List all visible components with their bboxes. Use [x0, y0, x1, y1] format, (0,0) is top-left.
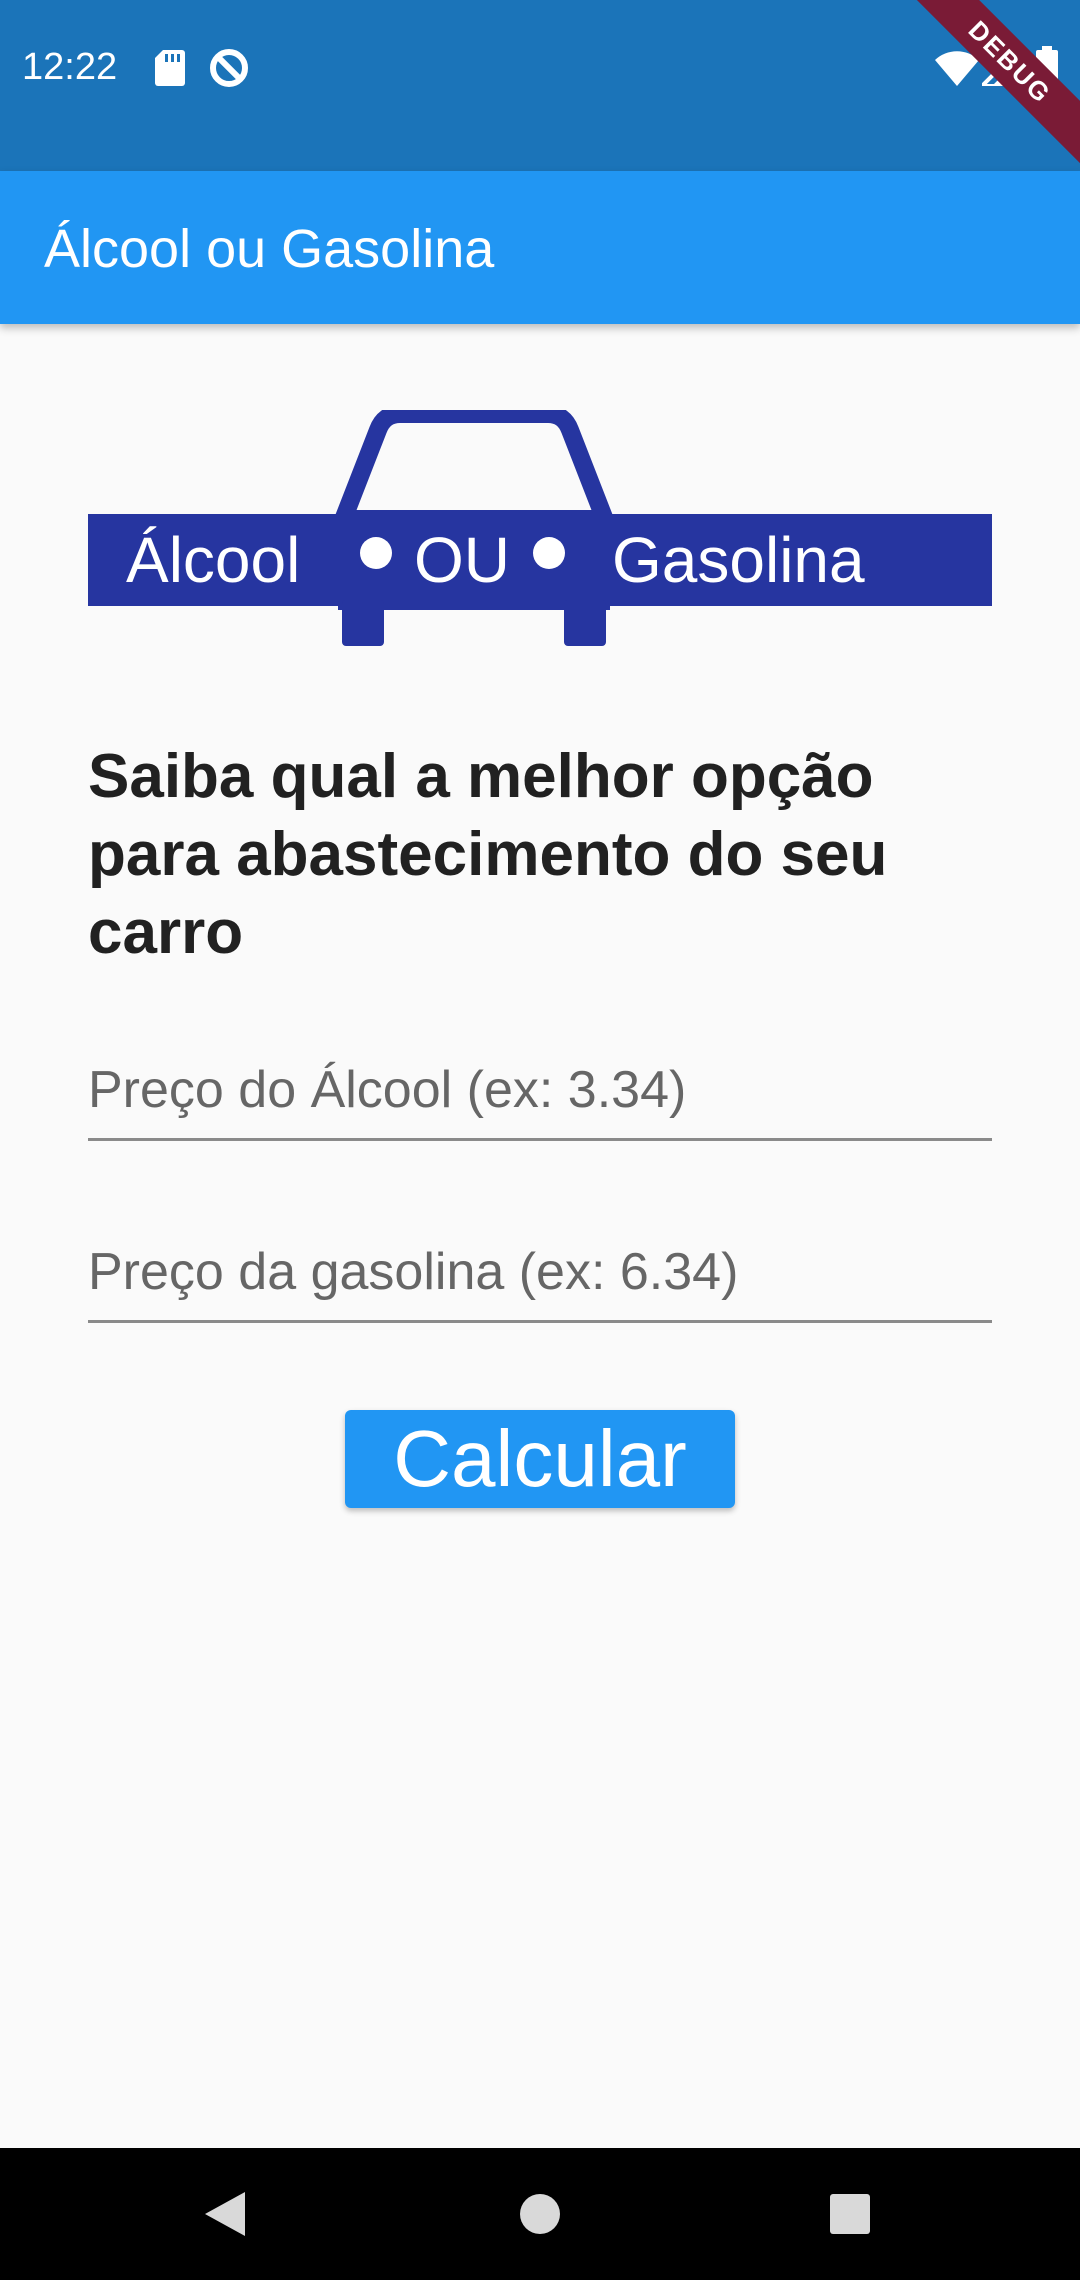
data-saver-icon	[210, 49, 248, 87]
recents-icon	[830, 2194, 870, 2234]
headline: Saiba qual a melhor opção para abastecim…	[88, 742, 888, 967]
logo-left-word: Álcool	[126, 524, 300, 596]
calculate-button[interactable]: Calcular	[345, 1410, 735, 1508]
back-icon	[205, 2192, 245, 2236]
back-button[interactable]	[165, 2148, 285, 2280]
alcohol-price-input[interactable]	[88, 1042, 992, 1141]
navigation-bar	[0, 2148, 1080, 2280]
sd-card-icon	[155, 50, 185, 86]
screen: 12:22 DEBUG Álcool ou Gasolina Álcool OU…	[0, 0, 1080, 2280]
logo-middle-word: OU	[414, 524, 510, 596]
status-time: 12:22	[22, 46, 118, 88]
home-icon	[520, 2194, 560, 2234]
gasoline-price-input[interactable]	[88, 1224, 992, 1323]
app-title: Álcool ou Gasolina	[44, 219, 495, 279]
home-button[interactable]	[480, 2148, 600, 2280]
logo-right-word: Gasolina	[612, 524, 865, 596]
app-bar: Álcool ou Gasolina	[0, 171, 1080, 324]
recents-button[interactable]	[790, 2148, 910, 2280]
alcool-ou-gasolina-logo: Álcool OU Gasolina	[88, 410, 992, 646]
status-bar: 12:22 DEBUG	[0, 0, 1080, 171]
